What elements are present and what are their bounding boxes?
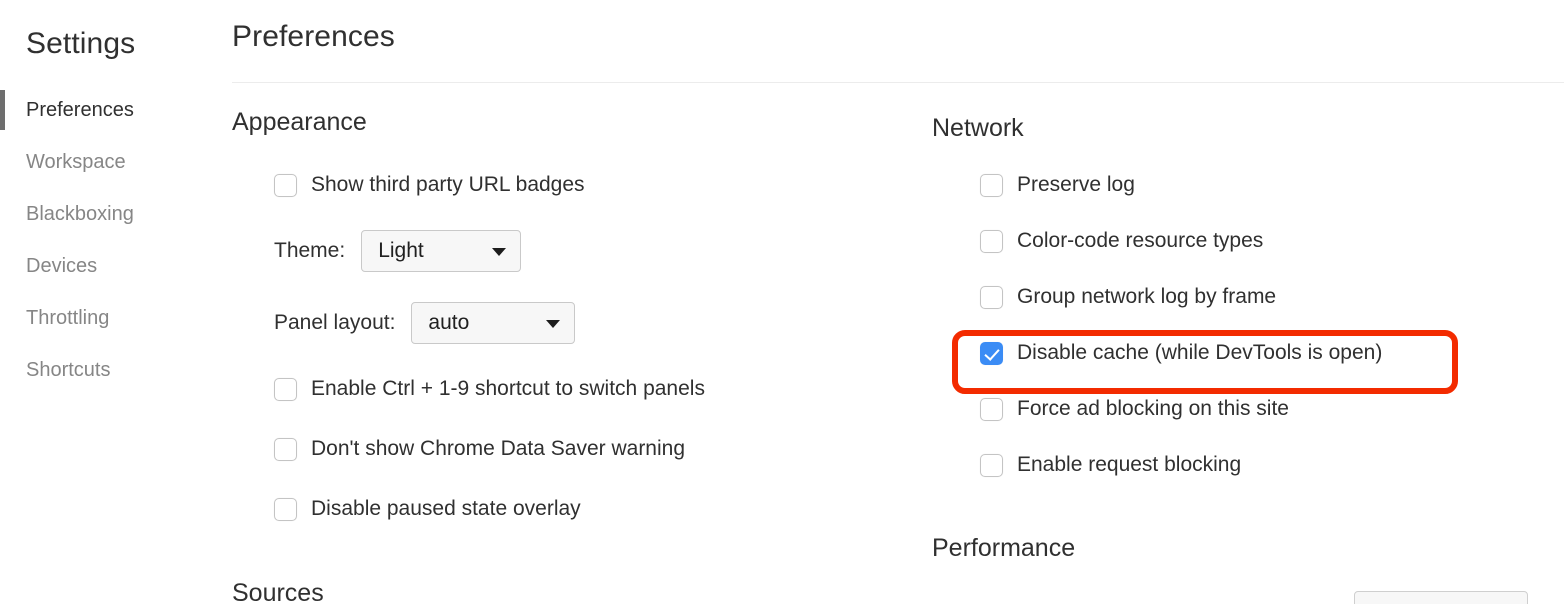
option-enable-ctrl-shortcut[interactable]: Enable Ctrl + 1-9 shortcut to switch pan… (274, 359, 932, 419)
sidebar-item-blackboxing[interactable]: Blackboxing (0, 188, 232, 240)
performance-heading: Performance (932, 534, 1076, 562)
sidebar-item-label: Devices (26, 254, 98, 277)
sidebar-nav-list: Preferences Workspace Blackboxing Device… (0, 84, 232, 396)
option-force-ad-blocking[interactable]: Force ad blocking on this site (980, 381, 1552, 437)
option-label: Disable cache (while DevTools is open) (1017, 341, 1383, 364)
checkbox-icon[interactable] (274, 497, 297, 521)
appearance-section: Appearance Show third party URL badges T… (232, 107, 932, 539)
network-heading: Network (932, 114, 1024, 142)
checkbox-icon[interactable] (980, 397, 1003, 421)
checkbox-icon[interactable] (274, 173, 297, 197)
sidebar-item-throttling[interactable]: Throttling (0, 292, 232, 344)
sidebar-item-devices[interactable]: Devices (0, 240, 232, 292)
sidebar-item-preferences[interactable]: Preferences (0, 84, 232, 136)
theme-select-value: Light (378, 239, 424, 262)
chevron-down-icon (492, 248, 507, 256)
sidebar-item-label: Workspace (26, 150, 126, 173)
network-options: Preserve log Color-code resource types G… (932, 157, 1552, 493)
option-color-code-resource-types[interactable]: Color-code resource types (980, 213, 1552, 269)
checkbox-icon[interactable] (980, 341, 1003, 365)
option-label: Preserve log (1017, 173, 1135, 196)
sidebar-item-label: Shortcuts (26, 358, 111, 381)
settings-sidebar: Settings Preferences Workspace Blackboxi… (0, 0, 232, 604)
chevron-down-icon (546, 320, 561, 328)
network-section: Network Preserve log Color-code resource… (932, 107, 1552, 581)
option-label: Disable paused state overlay (311, 497, 581, 520)
option-label: Force ad blocking on this site (1017, 397, 1289, 420)
checkbox-icon[interactable] (980, 453, 1003, 477)
option-enable-request-blocking[interactable]: Enable request blocking (980, 437, 1552, 493)
performance-select-partial[interactable] (1354, 591, 1528, 604)
theme-select[interactable]: Light (361, 230, 522, 272)
sidebar-item-shortcuts[interactable]: Shortcuts (0, 344, 232, 396)
sidebar-item-label: Preferences (26, 98, 134, 121)
option-preserve-log[interactable]: Preserve log (980, 157, 1552, 213)
option-group-network-log-by-frame[interactable]: Group network log by frame (980, 269, 1552, 325)
checkbox-icon[interactable] (980, 229, 1003, 253)
panel-layout-select-value: auto (428, 311, 470, 334)
settings-dialog: Settings Preferences Workspace Blackboxi… (0, 0, 1564, 607)
appearance-heading: Appearance (232, 108, 367, 136)
option-label: Enable request blocking (1017, 453, 1242, 476)
option-label: Group network log by frame (1017, 285, 1277, 308)
option-disable-paused-state-overlay[interactable]: Disable paused state overlay (274, 479, 932, 539)
option-label: Color-code resource types (1017, 229, 1264, 252)
option-label: Don't show Chrome Data Saver warning (311, 437, 686, 460)
panel-layout-select[interactable]: auto (411, 302, 576, 344)
option-disable-cache[interactable]: Disable cache (while DevTools is open) (980, 325, 1552, 381)
checkbox-icon[interactable] (274, 377, 297, 401)
checkbox-icon[interactable] (980, 173, 1003, 197)
sidebar-title: Settings (26, 27, 136, 60)
checkbox-icon[interactable] (980, 285, 1003, 309)
checkbox-icon[interactable] (274, 437, 297, 461)
sidebar-item-label: Throttling (26, 306, 110, 329)
page-title: Preferences (232, 20, 395, 53)
option-dont-show-data-saver-warning[interactable]: Don't show Chrome Data Saver warning (274, 419, 932, 479)
theme-label: Theme: (274, 239, 346, 262)
appearance-options: Show third party URL badges Theme: Light… (232, 155, 932, 539)
panel-layout-label: Panel layout: (274, 311, 396, 334)
option-label: Show third party URL badges (311, 173, 585, 196)
option-label: Enable Ctrl + 1-9 shortcut to switch pan… (311, 377, 705, 400)
preferences-panel: Preferences Appearance Show third party … (232, 0, 1564, 604)
preferences-columns: Appearance Show third party URL badges T… (232, 83, 1564, 581)
option-show-third-party-url-badges[interactable]: Show third party URL badges (274, 155, 932, 215)
sidebar-item-label: Blackboxing (26, 202, 134, 225)
sidebar-item-workspace[interactable]: Workspace (0, 136, 232, 188)
theme-field-row: Theme: Light (274, 215, 932, 287)
panel-layout-field-row: Panel layout: auto (274, 287, 932, 359)
